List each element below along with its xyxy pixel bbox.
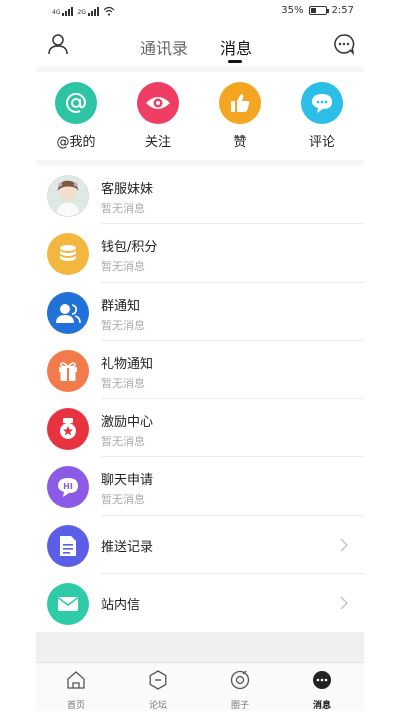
list-item-incentive[interactable]: 激励中心 暂无消息: [36, 399, 364, 458]
item-title: 客服妹妹: [101, 182, 154, 197]
forum-icon: [149, 670, 167, 690]
battery-icon: [308, 6, 329, 15]
circle-icon: [230, 670, 250, 690]
list-item-wallet[interactable]: 钱包/积分 暂无消息: [36, 224, 364, 283]
chevron-right-icon: [340, 596, 348, 610]
message-icon: [313, 671, 331, 689]
list-item-chat-request[interactable]: HI 聊天申请 暂无消息: [36, 457, 364, 516]
app-frame: 4G 2G 35% 2:57 通讯录 消息 @我的 关注 赞 评论 客服妹妹 暂…: [36, 0, 364, 711]
tab-messages[interactable]: 消息: [220, 35, 252, 59]
item-subtitle: 暂无消息: [101, 318, 145, 332]
nav-circle[interactable]: 圈子: [210, 670, 270, 711]
nav-forum[interactable]: 论坛: [128, 670, 188, 711]
at-icon: [55, 82, 97, 124]
item-subtitle: 暂无消息: [101, 376, 145, 390]
home-icon: [67, 671, 85, 689]
active-tab-indicator: [228, 60, 242, 63]
header: 通讯录 消息: [36, 24, 364, 66]
chat-hi-icon: HI: [47, 466, 89, 509]
message-list: 客服妹妹 暂无消息 钱包/积分 暂无消息 群通知 暂无消息 礼物通知 暂无消息 …: [36, 166, 364, 632]
clock: 2:57: [331, 5, 354, 16]
user-icon[interactable]: [46, 32, 70, 56]
list-item-inbox[interactable]: 站内信: [36, 574, 364, 632]
item-title: 推送记录: [101, 539, 154, 555]
network-label: 4G: [52, 8, 61, 16]
signal-indicators: 4G 2G: [52, 6, 115, 16]
status-bar: 4G 2G 35% 2:57: [36, 0, 364, 24]
item-subtitle: 暂无消息: [101, 202, 145, 215]
item-title: 礼物通知: [101, 356, 154, 372]
tab-contacts[interactable]: 通讯录: [140, 35, 188, 59]
quick-follow[interactable]: 关注: [128, 82, 188, 150]
item-title: 群通知: [101, 298, 141, 314]
nav-messages[interactable]: 消息: [292, 670, 352, 711]
comment-icon: [301, 82, 343, 124]
nav-home[interactable]: 首页: [46, 670, 106, 711]
list-item-group-notice[interactable]: 群通知 暂无消息: [36, 283, 364, 341]
signal-icon: 4G: [52, 6, 74, 16]
chevron-right-icon: [340, 538, 348, 552]
bottom-nav: 首页 论坛 圈子 消息: [36, 662, 364, 711]
document-icon: [47, 524, 89, 567]
network-label: 2G: [77, 8, 86, 16]
battery-percent: 35%: [281, 5, 304, 16]
list-item-support[interactable]: 客服妹妹 暂无消息: [36, 166, 364, 225]
medal-icon: [47, 408, 89, 451]
quick-mentions[interactable]: @我的: [46, 82, 106, 150]
nav-label: 消息: [312, 701, 331, 711]
coins-icon: [47, 233, 89, 276]
list-item-gift-notice[interactable]: 礼物通知 暂无消息: [36, 341, 364, 400]
list-item-push-history[interactable]: 推送记录: [36, 516, 364, 574]
status-right: 35% 2:57: [281, 5, 354, 16]
avatar: [47, 175, 89, 217]
quick-actions: @我的 关注 赞 评论: [36, 72, 364, 160]
quick-label: @我的: [56, 135, 96, 150]
item-subtitle: 暂无消息: [101, 260, 145, 274]
chat-menu-icon[interactable]: [332, 32, 356, 56]
svg-text:HI: HI: [63, 482, 73, 491]
item-title: 聊天申请: [101, 473, 154, 489]
nav-label: 论坛: [148, 701, 167, 711]
thumbs-up-icon: [219, 82, 261, 124]
quick-label: 关注: [144, 135, 171, 150]
nav-label: 首页: [66, 701, 85, 711]
item-title: 激励中心: [101, 415, 154, 431]
group-icon: [47, 291, 89, 334]
wifi-icon: [103, 6, 115, 16]
item-subtitle: 暂无消息: [101, 493, 145, 507]
item-subtitle: 暂无消息: [101, 435, 145, 449]
mail-icon: [47, 582, 89, 625]
nav-label: 圈子: [230, 701, 249, 711]
item-title: 站内信: [101, 597, 141, 613]
quick-comments[interactable]: 评论: [292, 82, 352, 150]
signal-icon: 2G: [77, 6, 99, 16]
item-title: 钱包/积分: [101, 240, 158, 256]
battery-level: [310, 8, 316, 13]
eye-icon: [137, 82, 179, 124]
gift-icon: [47, 349, 89, 392]
spacer: [36, 632, 364, 662]
quick-label: 评论: [308, 135, 335, 150]
quick-likes[interactable]: 赞: [210, 82, 270, 150]
quick-label: 赞: [233, 135, 247, 150]
